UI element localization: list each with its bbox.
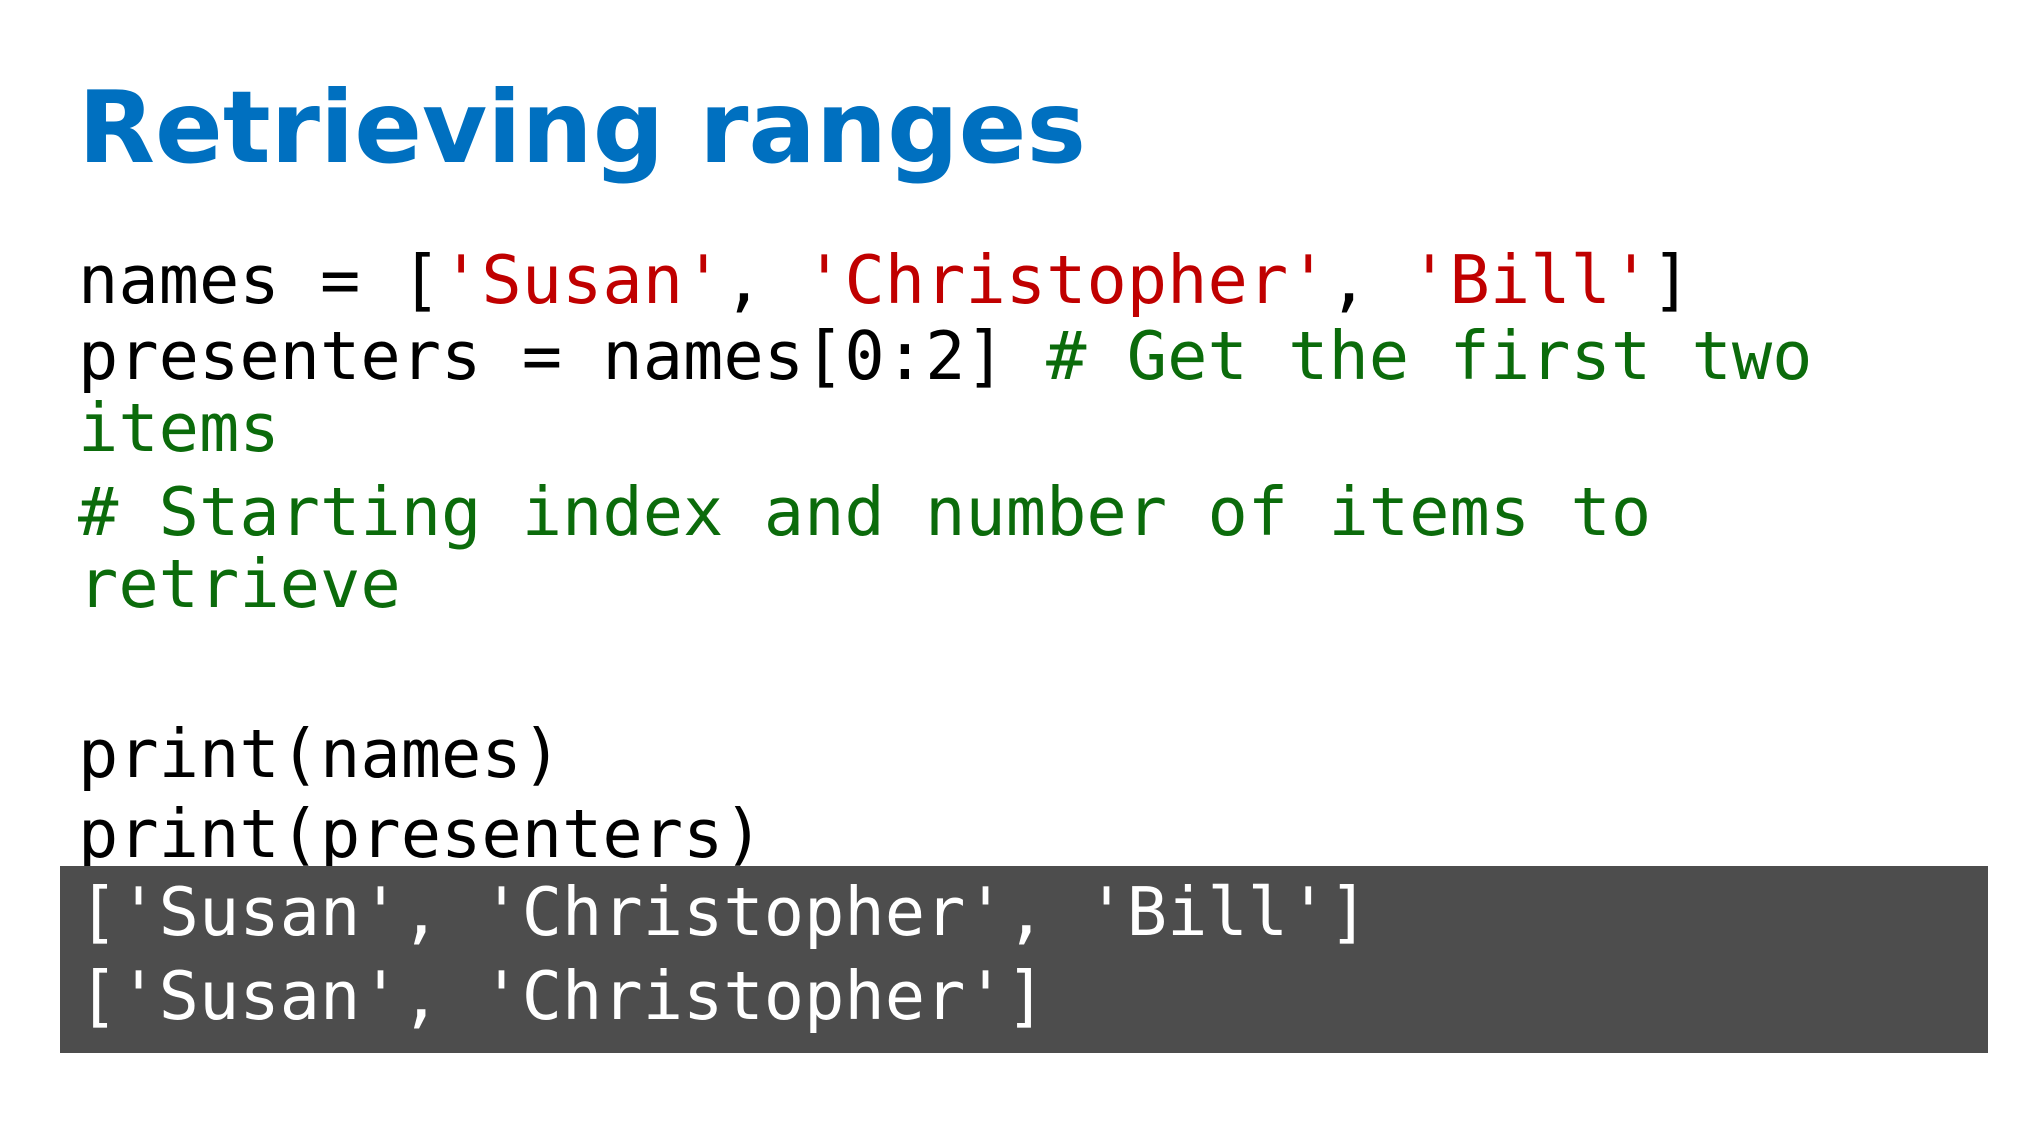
code-token: print(names) — [78, 715, 563, 793]
code-token: ] — [1651, 241, 1692, 319]
code-token: , — [1328, 241, 1410, 319]
code-token: names = [ — [78, 241, 442, 319]
slide-title: Retrieving ranges — [78, 69, 1087, 186]
code-block: names = ['Susan', 'Christopher', 'Bill']… — [78, 240, 1958, 874]
code-token: presenters = names[0:2] — [78, 317, 1047, 395]
code-line-names-assignment: names = ['Susan', 'Christopher', 'Bill'] — [78, 240, 1958, 320]
code-line-presenters-assignment: presenters = names[0:2] # Get the first … — [78, 320, 1958, 464]
code-line-comment: # Starting index and number of items to … — [78, 476, 1958, 620]
code-line-print-presenters: print(presenters) — [78, 794, 1958, 874]
string-literal: 'Bill' — [1409, 241, 1652, 319]
code-token: , — [723, 241, 805, 319]
console-output: ['Susan', 'Christopher', 'Bill'] ['Susan… — [60, 866, 1988, 1053]
output-line: ['Susan', 'Christopher', 'Bill'] — [78, 873, 1369, 951]
code-token: print(presenters) — [78, 795, 764, 873]
string-literal: 'Christopher' — [804, 241, 1329, 319]
code-line-print-names: print(names) — [78, 714, 1958, 794]
code-comment: # Starting index and number of items to … — [78, 473, 1692, 623]
string-literal: 'Susan' — [441, 241, 724, 319]
output-line: ['Susan', 'Christopher'] — [78, 957, 1047, 1035]
